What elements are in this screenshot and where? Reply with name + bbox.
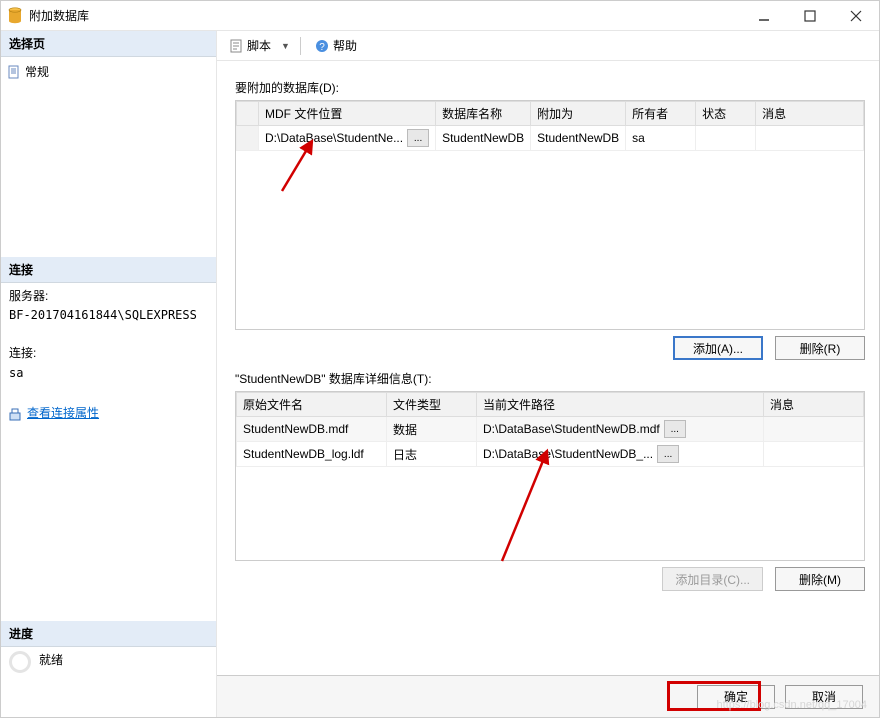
script-label: 脚本 [247, 37, 271, 54]
page-tree: 常规 [1, 57, 216, 257]
attach-grid-box: MDF 文件位置 数据库名称 附加为 所有者 状态 消息 [235, 100, 865, 330]
conn-value: sa [9, 364, 208, 383]
dcol-cur[interactable]: 当前文件路径 [477, 393, 764, 417]
attach-header-row: MDF 文件位置 数据库名称 附加为 所有者 状态 消息 [237, 102, 864, 126]
toolbar: 脚本 ▼ ? 帮助 [217, 31, 879, 61]
add-catalog-button: 添加目录(C)... [662, 567, 763, 591]
col-owner[interactable]: 所有者 [626, 102, 696, 126]
view-conn-props[interactable]: 查看连接属性 [9, 402, 208, 425]
conn-label: 连接: [9, 344, 208, 363]
attach-legend: 要附加的数据库(D): [235, 79, 865, 96]
close-button[interactable] [833, 1, 879, 31]
drow1-cur: D:\DataBase\StudentNewDB_... [483, 447, 653, 461]
page-general[interactable]: 常规 [7, 61, 210, 82]
detail-grid: 原始文件名 文件类型 当前文件路径 消息 StudentNewDB.mdf 数据 [236, 392, 864, 467]
db-icon [7, 7, 23, 25]
minimize-button[interactable] [741, 1, 787, 31]
drow0-cur: D:\DataBase\StudentNewDB.mdf [483, 422, 660, 436]
maximize-icon [804, 10, 816, 22]
help-icon: ? [315, 39, 329, 53]
close-icon [850, 10, 862, 22]
detail-grid-box: 原始文件名 文件类型 当前文件路径 消息 StudentNewDB.mdf 数据 [235, 391, 865, 561]
toolbar-divider [300, 37, 301, 55]
col-status[interactable]: 状态 [696, 102, 756, 126]
script-icon [229, 39, 243, 53]
server-value: BF-201704161844\SQLEXPRESS [9, 306, 208, 325]
content: 要附加的数据库(D): MDF 文件位置 数据库名称 附加为 所有者 状态 消 [217, 61, 879, 675]
dialog-window: 附加数据库 选择页 常规 连接 服务器: BF-201704161844\SQL… [0, 0, 880, 718]
progress-spinner-icon [9, 651, 31, 673]
page-general-label: 常规 [25, 63, 49, 80]
titlebar: 附加数据库 [1, 1, 879, 31]
attach-grid: MDF 文件位置 数据库名称 附加为 所有者 状态 消息 [236, 101, 864, 151]
drow0-ftype: 数据 [387, 417, 477, 442]
col-mdf[interactable]: MDF 文件位置 [259, 102, 436, 126]
server-label: 服务器: [9, 287, 208, 306]
browse-detail-0[interactable]: ... [664, 420, 686, 438]
col-dbname[interactable]: 数据库名称 [436, 102, 531, 126]
help-button[interactable]: ? 帮助 [311, 35, 361, 56]
progress-header: 进度 [1, 621, 216, 647]
connection-header: 连接 [1, 257, 216, 283]
add-button[interactable]: 添加(A)... [673, 336, 763, 360]
detail-row-1[interactable]: StudentNewDB_log.ldf 日志 D:\DataBase\Stud… [237, 442, 864, 467]
drow1-orig: StudentNewDB_log.ldf [237, 442, 387, 467]
drow0-orig: StudentNewDB.mdf [237, 417, 387, 442]
minimize-icon [758, 10, 770, 22]
attach-row-owner[interactable]: sa [626, 126, 696, 151]
detail-header-row: 原始文件名 文件类型 当前文件路径 消息 [237, 393, 864, 417]
col-msg[interactable]: 消息 [756, 102, 864, 126]
right-panel: 脚本 ▼ ? 帮助 要附加的数据库(D): M [217, 31, 879, 717]
svg-text:?: ? [319, 42, 325, 53]
remove-detail-button[interactable]: 删除(M) [775, 567, 865, 591]
progress-info: 就绪 [1, 647, 216, 717]
dropdown-icon[interactable]: ▼ [281, 41, 290, 51]
col-attachas[interactable]: 附加为 [531, 102, 626, 126]
page-icon [7, 65, 21, 79]
detail-row-0[interactable]: StudentNewDB.mdf 数据 D:\DataBase\StudentN… [237, 417, 864, 442]
browse-detail-1[interactable]: ... [657, 445, 679, 463]
dcol-msg[interactable]: 消息 [764, 393, 864, 417]
connection-info: 服务器: BF-201704161844\SQLEXPRESS 连接: sa 查… [1, 283, 216, 429]
attach-row-attachas[interactable]: StudentNewDB [531, 126, 626, 151]
help-label: 帮助 [333, 37, 357, 54]
detail-legend: "StudentNewDB" 数据库详细信息(T): [235, 370, 865, 387]
properties-icon [9, 407, 23, 421]
dcol-ftype[interactable]: 文件类型 [387, 393, 477, 417]
watermark: https://blog.csdn.net/qq_17004 [717, 699, 867, 711]
script-button[interactable]: 脚本 [225, 35, 275, 56]
maximize-button[interactable] [787, 1, 833, 31]
window-title: 附加数据库 [29, 7, 741, 24]
progress-ready: 就绪 [39, 651, 63, 670]
select-page-header: 选择页 [1, 31, 216, 57]
browse-mdf-button[interactable]: ... [407, 129, 429, 147]
attach-row[interactable]: D:\DataBase\StudentNe... ... StudentNewD… [237, 126, 864, 151]
attach-row-dbname[interactable]: StudentNewDB [436, 126, 531, 151]
view-conn-props-link[interactable]: 查看连接属性 [27, 404, 99, 423]
attach-row-mdf: D:\DataBase\StudentNe... [265, 131, 403, 145]
drow1-ftype: 日志 [387, 442, 477, 467]
dcol-orig[interactable]: 原始文件名 [237, 393, 387, 417]
remove-button[interactable]: 删除(R) [775, 336, 865, 360]
left-panel: 选择页 常规 连接 服务器: BF-201704161844\SQLEXPRES… [1, 31, 217, 717]
